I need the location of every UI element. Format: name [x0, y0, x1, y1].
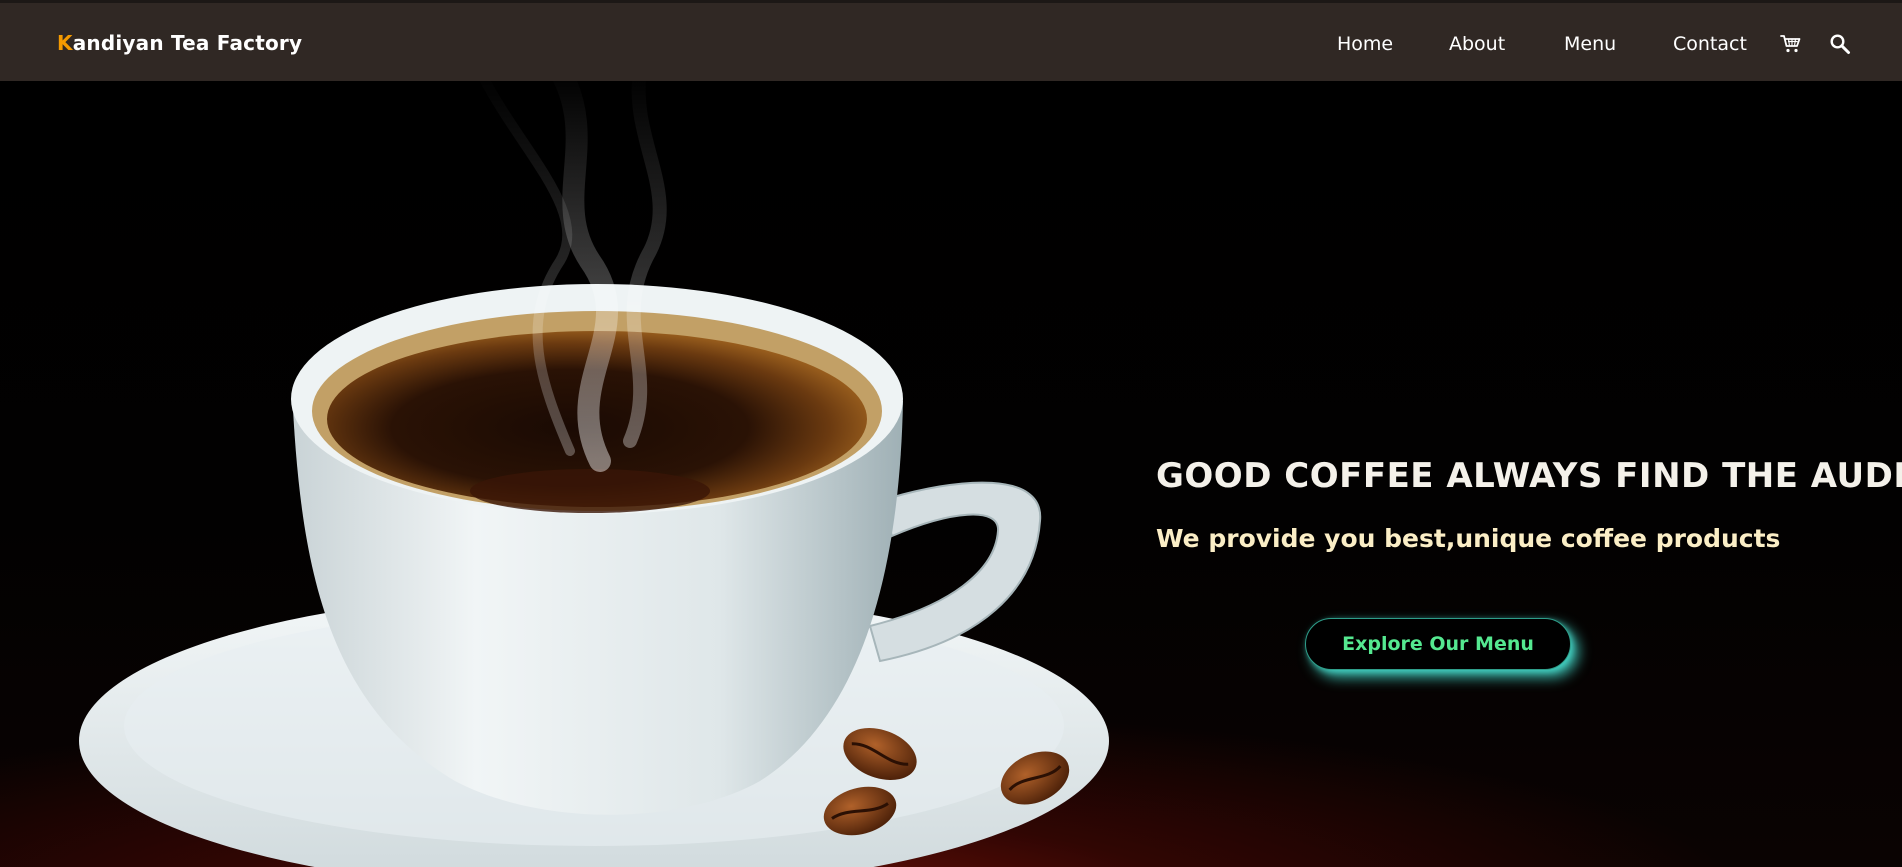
navbar: Kandiyan Tea Factory Home About Menu Con…: [0, 0, 1902, 81]
nav-link-home[interactable]: Home: [1337, 33, 1393, 55]
nav-link-contact[interactable]: Contact: [1673, 33, 1747, 55]
hero-headline: GOOD COFFEE ALWAYS FIND THE AUDIENCE.: [1156, 456, 1902, 496]
nav-link-about[interactable]: About: [1449, 33, 1505, 55]
nav-link-menu[interactable]: Menu: [1564, 33, 1616, 55]
search-icon[interactable]: [1829, 33, 1851, 55]
hero-section: GOOD COFFEE ALWAYS FIND THE AUDIENCE. We…: [0, 81, 1902, 867]
cart-icon[interactable]: [1780, 34, 1802, 54]
hero-subheadline: We provide you best,unique coffee produc…: [1156, 524, 1781, 553]
explore-menu-button[interactable]: Explore Our Menu: [1305, 618, 1571, 670]
page: Kandiyan Tea Factory Home About Menu Con…: [0, 0, 1902, 867]
nav-links: Home About Menu Contact: [0, 33, 1902, 63]
